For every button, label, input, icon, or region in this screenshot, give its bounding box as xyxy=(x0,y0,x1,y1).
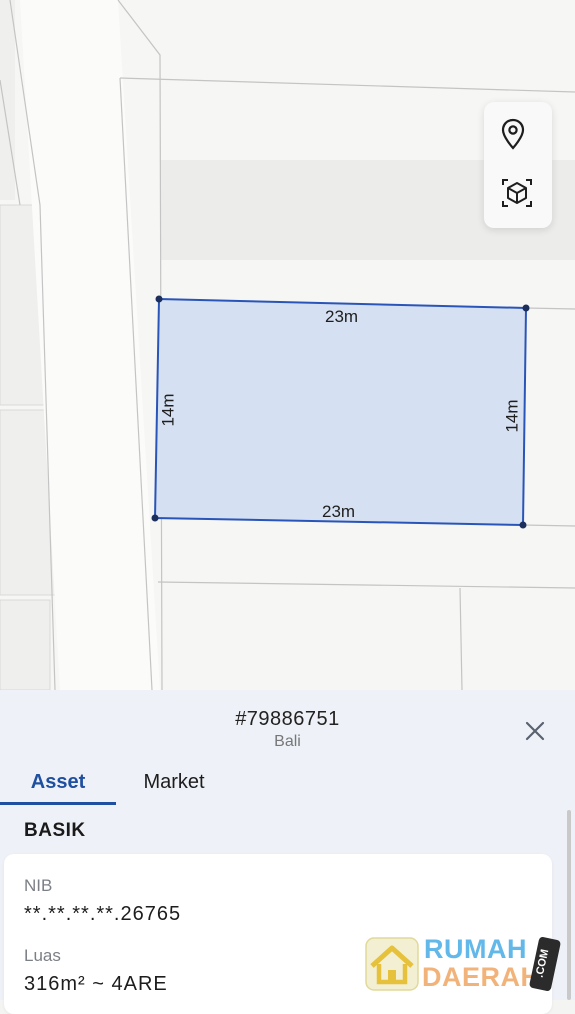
3d-box-icon[interactable] xyxy=(500,176,536,212)
nib-label: NIB xyxy=(24,876,53,895)
map-pin-icon[interactable] xyxy=(500,118,536,154)
house-icon xyxy=(365,937,419,991)
close-button[interactable] xyxy=(520,716,550,746)
area-value: 316m² ~ 4ARE xyxy=(24,973,168,995)
plot-vertex[interactable] xyxy=(151,514,159,522)
tab-asset[interactable]: Asset xyxy=(0,768,116,804)
watermark-line2: DAERAH xyxy=(422,962,541,992)
close-icon xyxy=(525,721,545,741)
plot-polygon[interactable] xyxy=(153,297,528,527)
watermark-logo: RUMAH DAERAH .COM xyxy=(364,932,570,998)
nib-value: **.**.**.**.26765 xyxy=(24,903,182,925)
tab-bar: Asset Market xyxy=(0,768,575,806)
plot-dim-right: 14m xyxy=(502,399,522,433)
plot-id: #79886751 xyxy=(235,708,340,730)
watermark-line1: RUMAH xyxy=(424,934,527,964)
plot-dim-bottom: 23m xyxy=(322,502,356,521)
watermark-suffix: .COM xyxy=(528,936,562,992)
tab-market[interactable]: Market xyxy=(116,768,232,804)
plot-vertex[interactable] xyxy=(522,304,530,312)
plot-dim-top: 23m xyxy=(325,307,359,326)
plot-vertex[interactable] xyxy=(519,521,527,529)
active-tab-indicator xyxy=(0,802,116,805)
plot-region: Bali xyxy=(274,733,301,750)
map-controls xyxy=(484,102,552,228)
plot-vertex[interactable] xyxy=(155,295,163,303)
plot-dim-left: 14m xyxy=(158,393,178,427)
section-title: BASIK xyxy=(24,820,86,841)
map-view[interactable]: 23m 23m 14m 14m xyxy=(0,0,575,690)
area-label: Luas xyxy=(24,946,61,965)
